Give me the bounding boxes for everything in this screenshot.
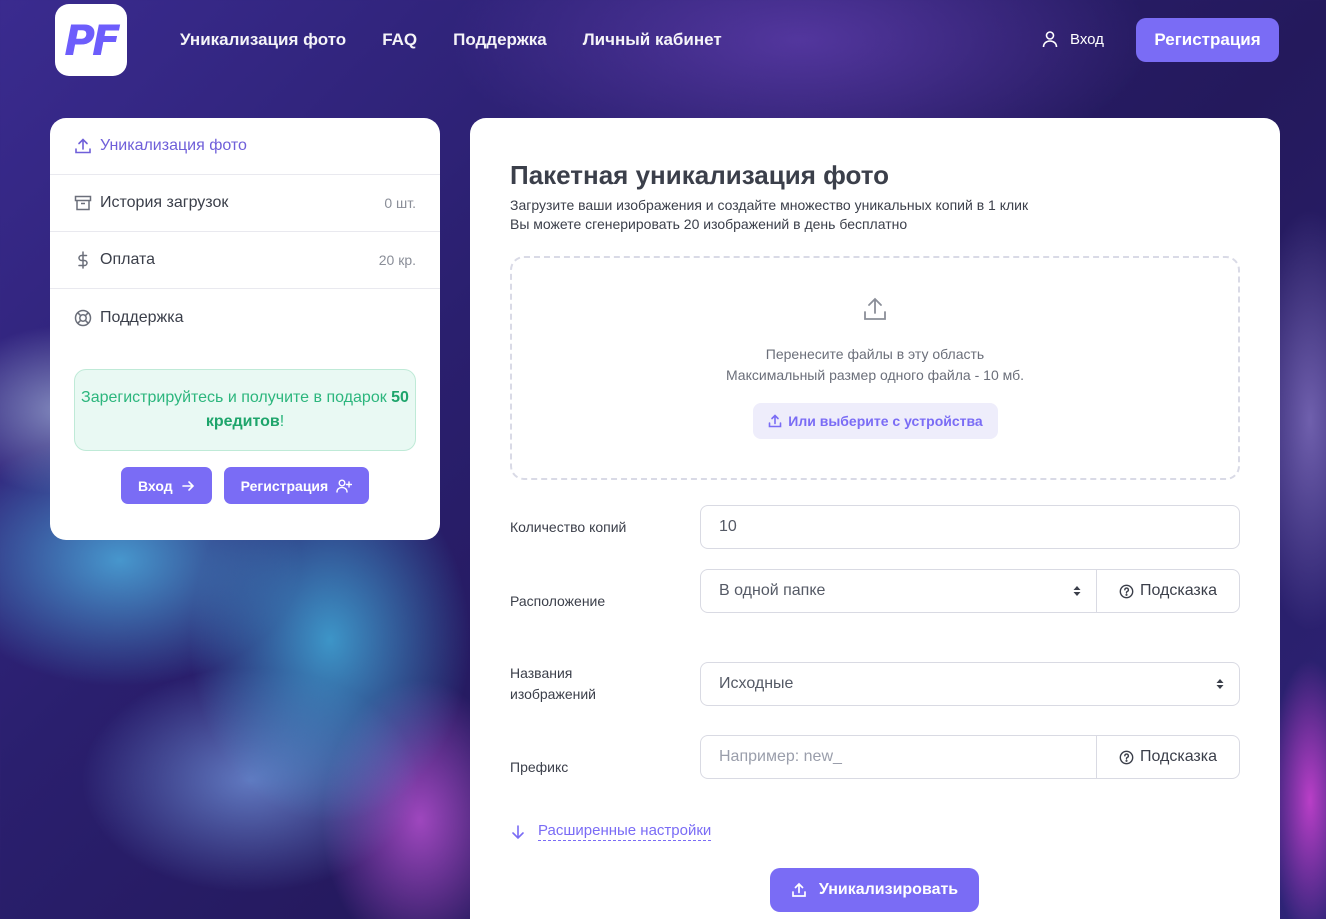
location-label: Расположение: [510, 593, 606, 609]
select-arrows-icon: [1216, 679, 1224, 689]
choose-file-label: Или выберите с устройства: [788, 413, 983, 429]
nav-link-support[interactable]: Поддержка: [453, 30, 547, 50]
file-dropzone[interactable]: Перенесите файлы в эту область Максималь…: [510, 256, 1240, 480]
prefix-placeholder: Например: new_: [719, 748, 842, 765]
names-value: Исходные: [719, 675, 794, 692]
names-label-line: Названия: [510, 665, 573, 681]
sidebar-item-label: Поддержка: [100, 308, 184, 326]
sidebar-item-history[interactable]: История загрузок 0 шт.: [50, 175, 440, 232]
prefix-input[interactable]: Например: new_: [700, 735, 1097, 779]
sidebar-login-label: Вход: [138, 477, 173, 494]
header: PF Уникализация фото FAQ Поддержка Личны…: [0, 0, 1326, 80]
arrow-down-icon: [512, 824, 524, 839]
user-icon: [1042, 31, 1058, 48]
logo-text: PF: [64, 15, 121, 65]
subtitle-line: Загрузите ваши изображения и создайте мн…: [510, 197, 1029, 213]
copies-value: 10: [719, 518, 737, 535]
page-subtitle: Загрузите ваши изображения и создайте мн…: [510, 196, 1028, 234]
sidebar-item-label: Оплата: [100, 251, 156, 268]
user-plus-icon: [336, 479, 353, 493]
header-login-link[interactable]: Вход: [1040, 29, 1104, 49]
sidebar-item-label: История загрузок: [100, 194, 229, 211]
payment-balance: 20 кр.: [378, 252, 416, 268]
upload-icon: [768, 414, 782, 428]
archive-icon: [74, 194, 92, 212]
help-circle-icon: [1119, 750, 1134, 764]
location-value: В одной папке: [719, 582, 826, 599]
prefix-label: Префикс: [510, 759, 569, 775]
location-select[interactable]: В одной папке: [700, 569, 1097, 613]
advanced-settings-toggle[interactable]: Расширенные настройки: [510, 822, 712, 841]
header-login-label: Вход: [1070, 30, 1104, 48]
promo-text-after: !: [279, 413, 285, 430]
copies-input[interactable]: 10: [700, 505, 1240, 549]
register-promo: Зарегистрируйтесь и получите в подарок 5…: [74, 369, 416, 451]
submit-button[interactable]: Уникализировать: [770, 868, 979, 912]
submit-label: Уникализировать: [818, 881, 959, 898]
nav-link-photo-unique[interactable]: Уникализация фото: [180, 30, 346, 50]
sidebar-login-button[interactable]: Вход: [121, 467, 212, 504]
sidebar-register-label: Регистрация: [240, 477, 329, 494]
names-select[interactable]: Исходные: [700, 662, 1240, 706]
main-nav: Уникализация фото FAQ Поддержка Личный к…: [180, 30, 722, 50]
dropzone-text: Перенесите файлы в эту область Максималь…: [512, 344, 1238, 386]
history-count: 0 шт.: [384, 195, 416, 211]
dollar-icon: [74, 251, 92, 269]
hint-label: Подсказка: [1139, 582, 1218, 599]
nav-link-account[interactable]: Личный кабинет: [583, 30, 722, 50]
main-card: Пакетная уникализация фото Загрузите ваш…: [470, 118, 1280, 919]
select-arrows-icon: [1073, 586, 1081, 596]
arrow-right-icon: [181, 480, 194, 491]
upload-icon: [74, 137, 92, 155]
sidebar-item-payment[interactable]: Оплата 20 кр.: [50, 232, 440, 289]
sidebar-item-photo-unique[interactable]: Уникализация фото: [50, 118, 440, 175]
advanced-settings-label: Расширенные настройки: [538, 822, 712, 841]
prefix-hint-button[interactable]: Подсказка: [1096, 735, 1240, 779]
location-hint-button[interactable]: Подсказка: [1096, 569, 1240, 613]
dropzone-line: Перенесите файлы в эту область: [765, 346, 985, 362]
lifebuoy-icon: [74, 309, 92, 327]
dropzone-line: Максимальный размер одного файла - 10 мб…: [725, 367, 1024, 383]
sidebar: Уникализация фото История загрузок 0 шт.…: [50, 118, 440, 540]
hint-label: Подсказка: [1139, 748, 1218, 765]
upload-icon: [864, 297, 886, 320]
header-register-button[interactable]: Регистрация: [1136, 18, 1279, 62]
sidebar-item-support[interactable]: Поддержка: [50, 289, 440, 346]
logo[interactable]: PF: [55, 4, 127, 76]
names-label-line: изображений: [510, 686, 596, 702]
sidebar-auth-buttons: Вход Регистрация: [121, 467, 370, 504]
choose-file-button[interactable]: Или выберите с устройства: [753, 403, 998, 439]
page-title: Пакетная уникализация фото: [510, 160, 890, 190]
names-label: Названия изображений: [510, 663, 596, 705]
help-circle-icon: [1119, 584, 1134, 598]
sidebar-register-button[interactable]: Регистрация: [223, 467, 370, 504]
copies-label: Количество копий: [510, 519, 627, 535]
sidebar-item-label: Уникализация фото: [100, 137, 247, 154]
promo-text-before: Зарегистрируйтесь и получите в подарок: [81, 389, 392, 406]
subtitle-line: Вы можете сгенерировать 20 изображений в…: [510, 216, 908, 232]
nav-link-faq[interactable]: FAQ: [382, 30, 417, 50]
upload-icon: [792, 882, 806, 897]
